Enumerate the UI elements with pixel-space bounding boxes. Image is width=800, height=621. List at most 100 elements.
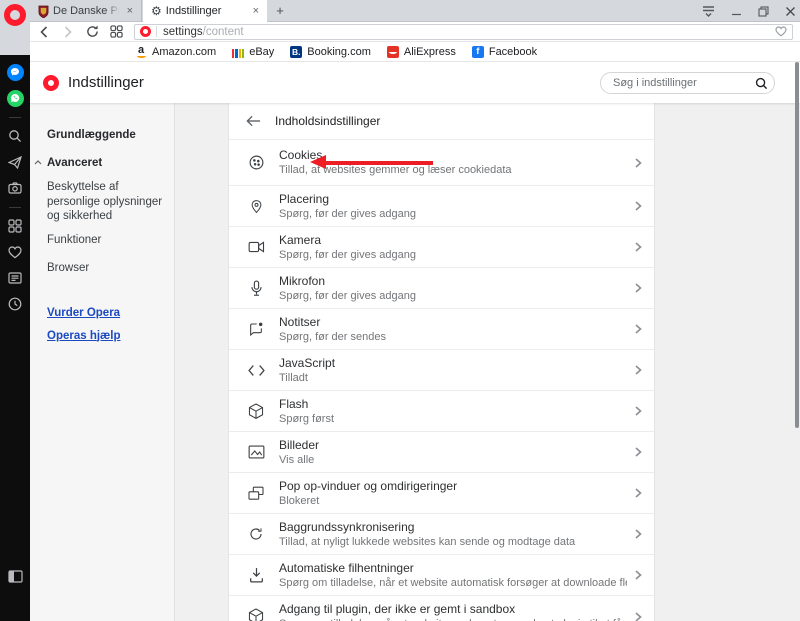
back-arrow-icon[interactable]: [246, 115, 261, 127]
sidebar-divider: [9, 117, 21, 118]
chevron-right-icon: [635, 529, 642, 539]
opera-sidebar: [0, 55, 30, 621]
chevron-right-icon: [635, 488, 642, 498]
row-title: Pop op-vinduer og omdirigeringer: [279, 479, 627, 494]
forward-icon[interactable]: [58, 26, 78, 38]
camera-icon: [246, 240, 266, 254]
nav-item-browser[interactable]: Browser: [47, 261, 166, 276]
amazon-favicon: a: [135, 46, 147, 58]
row-notitser[interactable]: Notitser Spørg, før der sendes: [229, 309, 654, 350]
bookmark-label: Facebook: [489, 46, 537, 58]
opera-menu-button[interactable]: [0, 0, 30, 55]
row-billeder[interactable]: Billeder Vis alle: [229, 432, 654, 473]
row-subtitle: Spørg, før der gives adgang: [279, 207, 627, 221]
row-kamera[interactable]: Kamera Spørg, før der gives adgang: [229, 227, 654, 268]
bookmark-label: Amazon.com: [152, 46, 216, 58]
minimize-button[interactable]: [731, 6, 742, 17]
bookmark-ebay[interactable]: eBay: [232, 46, 274, 58]
nav-item-advanced[interactable]: Avanceret: [47, 157, 166, 169]
row-title: Flash: [279, 397, 627, 412]
settings-search-input[interactable]: [613, 77, 755, 89]
gear-icon: ⚙: [151, 5, 162, 17]
nav-item-features[interactable]: Funktioner: [47, 233, 166, 248]
url-separator: [156, 26, 157, 37]
row-subtitle: Blokeret: [279, 494, 627, 508]
address-bar[interactable]: settings /content: [134, 24, 793, 40]
heart-icon[interactable]: [775, 26, 787, 37]
opera-help-link[interactable]: Operas hjælp: [47, 330, 166, 342]
download-icon: [246, 567, 266, 583]
tab-close-icon[interactable]: ×: [125, 5, 135, 18]
row-title: Placering: [279, 192, 627, 207]
row-flash[interactable]: Flash Spørg først: [229, 391, 654, 432]
page-scrollbar[interactable]: [795, 62, 799, 428]
row-placering[interactable]: Placering Spørg, før der gives adgang: [229, 186, 654, 227]
bookmarks-heart-icon[interactable]: [6, 243, 24, 261]
chevron-up-icon: [34, 160, 42, 165]
tab-menu-icon[interactable]: [702, 5, 715, 17]
snapshot-icon[interactable]: [6, 179, 24, 197]
facebook-favicon: f: [472, 46, 484, 58]
row-subtitle: Tilladt: [279, 371, 627, 385]
row-title: Automatiske filhentninger: [279, 561, 627, 576]
location-pin-icon: [246, 198, 266, 215]
aliexpress-favicon: [387, 46, 399, 58]
news-icon[interactable]: [6, 269, 24, 287]
reload-icon[interactable]: [82, 25, 102, 38]
whatsapp-icon[interactable]: [6, 89, 24, 107]
row-subtitle: Tillad, at websites gemmer og læser cook…: [279, 163, 627, 177]
row-subtitle: Tillad, at nyligt lukkede websites kan s…: [279, 535, 627, 549]
sidebar-divider: [9, 207, 21, 208]
microphone-icon: [246, 280, 266, 297]
speed-dial-icon[interactable]: [106, 25, 126, 38]
my-flow-icon[interactable]: [6, 153, 24, 171]
rate-opera-link[interactable]: Vurder Opera: [47, 307, 166, 319]
row-subtitle: Spørg først: [279, 412, 627, 426]
row-subtitle: Spørg om tilladelse, når et website auto…: [279, 576, 627, 590]
history-icon[interactable]: [6, 295, 24, 313]
chevron-right-icon: [635, 158, 642, 168]
sync-icon: [246, 526, 266, 542]
speed-dial-icon[interactable]: [6, 217, 24, 235]
back-icon[interactable]: [34, 26, 54, 38]
settings-content: Grundlæggende Avanceret Beskyttelse af p…: [30, 103, 800, 621]
row-automatiske-filhentninger[interactable]: Automatiske filhentninger Spørg om tilla…: [229, 555, 654, 596]
row-popups[interactable]: Pop op-vinduer og omdirigeringer Blokere…: [229, 473, 654, 514]
row-mikrofon[interactable]: Mikrofon Spørg, før der gives adgang: [229, 268, 654, 309]
search-icon: [755, 77, 768, 90]
close-window-button[interactable]: [785, 6, 796, 17]
settings-search[interactable]: [600, 72, 775, 94]
sidebar-setup-icon[interactable]: [6, 567, 24, 585]
tab-indstillinger[interactable]: ⚙ Indstillinger ×: [143, 0, 267, 22]
row-title: Adgang til plugin, der ikke er gemt i sa…: [279, 602, 627, 617]
bookmark-facebook[interactable]: f Facebook: [472, 46, 537, 58]
nav-item-basic[interactable]: Grundlæggende: [47, 129, 166, 141]
bookmark-booking[interactable]: B. Booking.com: [290, 46, 371, 58]
row-baggrundssynkronisering[interactable]: Baggrundssynkronisering Tillad, at nylig…: [229, 514, 654, 555]
new-tab-button[interactable]: +: [272, 3, 288, 19]
row-subtitle: Spørg, før der sendes: [279, 330, 627, 344]
restore-button[interactable]: [758, 6, 769, 17]
row-javascript[interactable]: JavaScript Tilladt: [229, 350, 654, 391]
bookmark-amazon[interactable]: a Amazon.com: [135, 46, 216, 58]
nav-item-privacy-security[interactable]: Beskyttelse af personlige oplysninger og…: [47, 180, 166, 224]
page-title: Indstillinger: [68, 74, 144, 91]
tab-title: De Danske Panser Bataljon: [53, 5, 121, 17]
booking-favicon: B.: [290, 46, 302, 58]
cube-icon: [246, 403, 266, 420]
content-settings-card: Indholdsindstillinger Cookies Tillad, at…: [228, 103, 655, 621]
messenger-icon[interactable]: [6, 63, 24, 81]
chevron-right-icon: [635, 324, 642, 334]
tab-title: Indstillinger: [166, 5, 247, 17]
search-icon[interactable]: [6, 127, 24, 145]
row-subtitle: Spørg, før der gives adgang: [279, 248, 627, 262]
bookmark-label: AliExpress: [404, 46, 456, 58]
chevron-right-icon: [635, 406, 642, 416]
tab-de-danske-panser-bataljon[interactable]: De Danske Panser Bataljon ×: [30, 0, 142, 22]
tab-close-icon[interactable]: ×: [251, 5, 261, 18]
bookmark-aliexpress[interactable]: AliExpress: [387, 46, 456, 58]
row-cookies[interactable]: Cookies Tillad, at websites gemmer og læ…: [229, 140, 654, 186]
tab-bar: De Danske Panser Bataljon × ⚙ Indstillin…: [0, 0, 800, 22]
settings-page-header: Indstillinger: [30, 62, 800, 103]
row-plugin-sandbox[interactable]: Adgang til plugin, der ikke er gemt i sa…: [229, 596, 654, 621]
